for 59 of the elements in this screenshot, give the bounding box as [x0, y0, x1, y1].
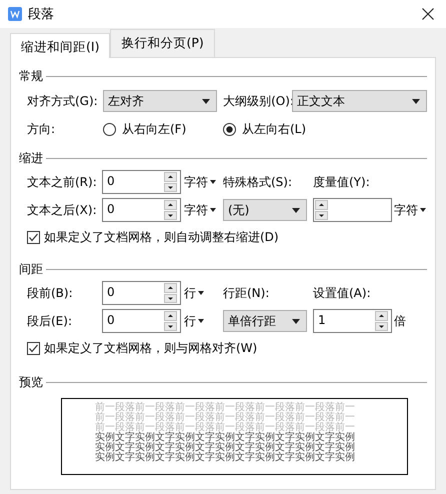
field-label: 文本之前(R):	[27, 174, 98, 190]
radio-button[interactable]: 从左向右(L)	[223, 120, 343, 138]
unit-label[interactable]: 行	[184, 284, 196, 302]
dropdown[interactable]: 左对齐	[103, 90, 218, 112]
app-logo-icon	[8, 7, 22, 21]
caret-icon	[210, 180, 216, 184]
field-label: 对齐方式(G):	[27, 92, 99, 110]
preview-text-line: 前一段落前一段落前一段落前一段落前一段落前一段落前一	[95, 413, 356, 423]
number-field[interactable]: 0	[102, 309, 181, 333]
tab[interactable]: 缩进和间距(I)	[10, 33, 110, 58]
preview-text-line: 前一段落前一段落前一段落前一段落前一段落前一段落前一	[95, 403, 356, 413]
field-label: 度量值(Y):	[313, 174, 371, 190]
radio-button[interactable]: 从右向左(F)	[103, 120, 223, 138]
field-label: 设置值(A):	[313, 284, 372, 302]
caret-icon	[202, 98, 210, 104]
field-label: 方向:	[27, 120, 56, 138]
number-field[interactable]: 0	[102, 198, 181, 222]
caret-icon	[412, 98, 420, 104]
caret-icon	[292, 318, 300, 324]
unit-label[interactable]: 字符	[394, 202, 418, 218]
field-label: 大纲级别(O):	[223, 92, 292, 110]
field-label: 段前(B):	[27, 284, 74, 302]
window-title: 段落	[28, 6, 55, 23]
section-heading: 缩进	[19, 150, 43, 166]
checkbox[interactable]: 如果定义了文档网格，则与网格对齐(W)	[27, 340, 258, 357]
unit-label[interactable]: 字符	[184, 202, 208, 218]
preview-text-line: 实例文字实例文字实例文字实例文字实例文字实例文字实例	[95, 453, 356, 463]
unit-label[interactable]: 行	[184, 312, 196, 330]
unit-label: 倍	[394, 312, 406, 330]
section-heading: 常规	[19, 68, 43, 84]
dropdown[interactable]: 正文文本	[292, 90, 427, 112]
close-icon[interactable]	[422, 8, 434, 20]
checkbox[interactable]: 如果定义了文档网格，则自动调整右缩进(D)	[27, 229, 279, 246]
field-label: 文本之后(X):	[27, 202, 98, 218]
section-heading: 预览	[19, 374, 43, 390]
checkbox-icon[interactable]	[27, 231, 40, 244]
preview-text-line: 实例文字实例文字实例文字实例文字实例文字实例文字实例	[95, 433, 356, 443]
field-label: 特殊格式(S):	[223, 174, 294, 190]
caret-icon	[198, 319, 204, 323]
caret-icon	[198, 291, 204, 295]
caret-icon	[292, 208, 300, 212]
number-field[interactable]: 1	[313, 309, 392, 333]
field-label: 段后(E):	[27, 312, 73, 330]
caret-icon	[420, 208, 426, 212]
radio-icon[interactable]	[223, 122, 236, 136]
section-heading: 间距	[19, 260, 43, 278]
tab[interactable]: 换行和分页(P)	[110, 29, 215, 57]
number-field[interactable]: 0	[102, 281, 181, 305]
unit-label[interactable]: 字符	[184, 174, 208, 190]
number-field[interactable]: 0	[102, 170, 181, 194]
caret-icon	[210, 208, 216, 212]
number-field[interactable]	[313, 198, 392, 222]
preview-text-line: 前一段落前一段落前一段落前一段落前一段落前一段落前一	[95, 423, 356, 433]
field-label: 行距(N):	[223, 284, 270, 302]
checkbox-icon[interactable]	[27, 342, 40, 355]
preview-text-line: 实例文字实例文字实例文字实例文字实例文字实例文字实例	[95, 443, 356, 453]
dropdown[interactable]: (无)	[223, 199, 307, 221]
dropdown[interactable]: 单倍行距	[223, 310, 307, 332]
radio-icon[interactable]	[103, 122, 116, 136]
